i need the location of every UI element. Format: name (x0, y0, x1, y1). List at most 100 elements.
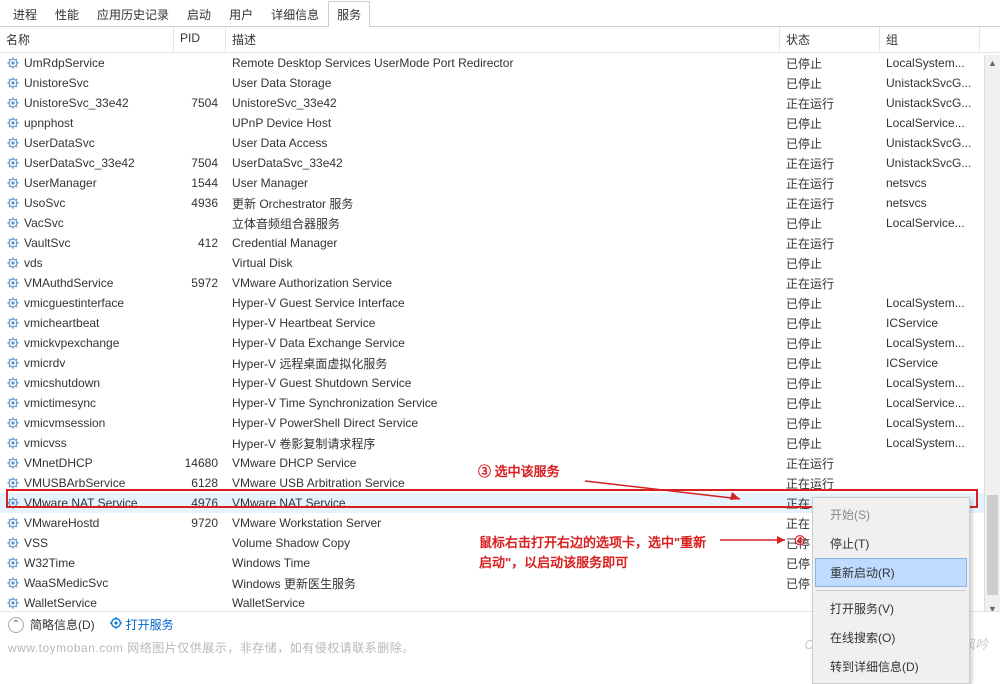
table-row[interactable]: VMnetDHCP14680VMware DHCP Service正在运行 (0, 453, 1000, 473)
service-group: ICService (880, 316, 980, 330)
gear-icon (6, 316, 20, 330)
service-name: vmicrdv (24, 356, 65, 370)
table-row[interactable]: upnphostUPnP Device Host已停止LocalService.… (0, 113, 1000, 133)
service-status: 正在运行 (780, 475, 880, 492)
table-row[interactable]: vmicrdvHyper-V 远程桌面虚拟化服务已停止ICService (0, 353, 1000, 373)
service-name: VaultSvc (24, 236, 70, 250)
service-desc: Hyper-V 卷影复制请求程序 (226, 435, 780, 452)
menu-item-6[interactable]: 转到详细信息(D) (815, 652, 967, 681)
gear-icon (6, 536, 20, 550)
tab-4[interactable]: 用户 (220, 1, 262, 27)
service-group: UnistackSvcG... (880, 136, 980, 150)
table-row[interactable]: UnistoreSvc_33e427504UnistoreSvc_33e42正在… (0, 93, 1000, 113)
gear-icon (6, 156, 20, 170)
service-group: UnistackSvcG... (880, 156, 980, 170)
gear-icon (6, 516, 20, 530)
tab-0[interactable]: 进程 (4, 1, 46, 27)
service-pid: 1544 (174, 176, 226, 190)
table-row[interactable]: UnistoreSvcUser Data Storage已停止UnistackS… (0, 73, 1000, 93)
expand-icon[interactable]: ⌃ (8, 617, 24, 633)
service-pid: 4936 (174, 196, 226, 210)
gear-icon (6, 76, 20, 90)
service-name: vmicvmsession (24, 416, 105, 430)
service-group: netsvcs (880, 196, 980, 210)
col-group[interactable]: 组 (880, 27, 980, 52)
service-status: 已停止 (780, 75, 880, 92)
gear-icon (6, 436, 20, 450)
service-status: 已停止 (780, 135, 880, 152)
col-status[interactable]: 状态 (780, 27, 880, 52)
col-pid[interactable]: PID (174, 27, 226, 52)
service-group: netsvcs (880, 176, 980, 190)
gear-icon (6, 56, 20, 70)
open-services-link[interactable]: 打开服务 (109, 616, 174, 633)
service-desc: UserDataSvc_33e42 (226, 156, 780, 170)
table-row[interactable]: vmicheartbeatHyper-V Heartbeat Service已停… (0, 313, 1000, 333)
service-group: LocalSystem... (880, 376, 980, 390)
menu-item-4[interactable]: 打开服务(V) (815, 594, 967, 623)
table-row[interactable]: vdsVirtual Disk已停止 (0, 253, 1000, 273)
gear-icon (6, 356, 20, 370)
table-row[interactable]: UserDataSvc_33e427504UserDataSvc_33e42正在… (0, 153, 1000, 173)
table-header[interactable]: 名称 PID 描述 状态 组 (0, 27, 1000, 53)
scroll-thumb[interactable] (987, 495, 998, 595)
service-name: vmicguestinterface (24, 296, 124, 310)
service-status: 已停止 (780, 315, 880, 332)
service-desc: Hyper-V Data Exchange Service (226, 336, 780, 350)
brief-info-button[interactable]: 简略信息(D) (30, 616, 95, 633)
service-group: LocalSystem... (880, 336, 980, 350)
table-row[interactable]: UsoSvc4936更新 Orchestrator 服务正在运行netsvcs (0, 193, 1000, 213)
service-status: 正在运行 (780, 275, 880, 292)
col-desc[interactable]: 描述 (226, 27, 780, 52)
service-status: 已停止 (780, 255, 880, 272)
col-name[interactable]: 名称 (0, 27, 174, 52)
service-desc: Volume Shadow Copy (226, 536, 780, 550)
tab-6[interactable]: 服务 (328, 1, 370, 27)
menu-item-2[interactable]: 重新启动(R) (815, 558, 967, 587)
table-row[interactable]: VaultSvc412Credential Manager正在运行 (0, 233, 1000, 253)
table-row[interactable]: VMUSBArbService6128VMware USB Arbitratio… (0, 473, 1000, 493)
service-status: 已停止 (780, 395, 880, 412)
menu-item-1[interactable]: 停止(T) (815, 529, 967, 558)
tab-1[interactable]: 性能 (46, 1, 88, 27)
service-group: LocalService... (880, 216, 980, 230)
table-row[interactable]: VMAuthdService5972VMware Authorization S… (0, 273, 1000, 293)
service-group: LocalService... (880, 116, 980, 130)
table-row[interactable]: VacSvc立体音频组合器服务已停止LocalService... (0, 213, 1000, 233)
table-row[interactable]: UserDataSvcUser Data Access已停止UnistackSv… (0, 133, 1000, 153)
gear-icon (6, 556, 20, 570)
menu-item-5[interactable]: 在线搜索(O) (815, 623, 967, 652)
gear-icon (6, 596, 20, 610)
service-status: 已停止 (780, 115, 880, 132)
table-row[interactable]: vmicshutdownHyper-V Guest Shutdown Servi… (0, 373, 1000, 393)
service-desc: Hyper-V 远程桌面虚拟化服务 (226, 355, 780, 372)
gear-icon (6, 416, 20, 430)
menu-item-0: 开始(S) (815, 500, 967, 529)
service-status: 已停止 (780, 335, 880, 352)
service-group: LocalSystem... (880, 416, 980, 430)
service-group: LocalSystem... (880, 436, 980, 450)
service-status: 正在运行 (780, 195, 880, 212)
service-status: 正在运行 (780, 95, 880, 112)
table-row[interactable]: vmicvssHyper-V 卷影复制请求程序已停止LocalSystem... (0, 433, 1000, 453)
service-status: 已停止 (780, 435, 880, 452)
context-menu: 开始(S)停止(T)重新启动(R) 打开服务(V)在线搜索(O)转到详细信息(D) (812, 497, 970, 684)
table-row[interactable]: vmicguestinterfaceHyper-V Guest Service … (0, 293, 1000, 313)
gear-icon (6, 496, 20, 510)
tab-2[interactable]: 应用历史记录 (88, 1, 178, 27)
table-row[interactable]: UserManager1544User Manager正在运行netsvcs (0, 173, 1000, 193)
tab-5[interactable]: 详细信息 (262, 1, 328, 27)
table-row[interactable]: vmictimesyncHyper-V Time Synchronization… (0, 393, 1000, 413)
gear-icon (6, 296, 20, 310)
service-name: vmickvpexchange (24, 336, 119, 350)
service-pid: 6128 (174, 476, 226, 490)
table-row[interactable]: vmickvpexchange Hyper-V Data Exchange Ser… (0, 333, 1000, 353)
service-name: UserManager (24, 176, 97, 190)
open-services-label: 打开服务 (126, 616, 174, 633)
vertical-scrollbar[interactable]: ▲ ▼ (984, 55, 1000, 617)
service-desc: UPnP Device Host (226, 116, 780, 130)
table-row[interactable]: UmRdpServiceRemote Desktop Services User… (0, 53, 1000, 73)
table-row[interactable]: vmicvmsessionHyper-V PowerShell Direct S… (0, 413, 1000, 433)
scroll-up-arrow[interactable]: ▲ (985, 55, 1000, 71)
tab-3[interactable]: 启动 (178, 1, 220, 27)
